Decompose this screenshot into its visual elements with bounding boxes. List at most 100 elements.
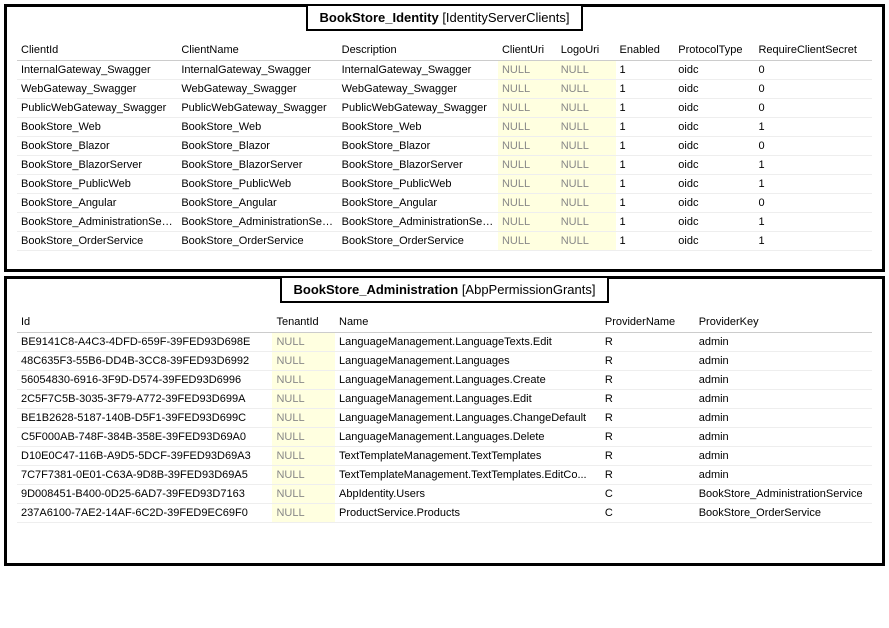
cell-logouri: NULL	[557, 99, 616, 118]
cell-clienturi: NULL	[498, 175, 557, 194]
cell-logouri: NULL	[557, 118, 616, 137]
cell-providername: R	[601, 409, 695, 428]
cell-name: LanguageManagement.Languages	[335, 352, 601, 371]
cell-enabled: 1	[616, 118, 675, 137]
table-row: InternalGateway_Swagger InternalGateway_S…	[17, 61, 872, 80]
col-clientid: ClientId	[17, 40, 177, 61]
cell-providername: R	[601, 390, 695, 409]
cell-name: TextTemplateManagement.TextTemplates	[335, 447, 601, 466]
cell-providerkey: admin	[695, 352, 872, 371]
cell-logouri: NULL	[557, 61, 616, 80]
cell-clienturi: NULL	[498, 61, 557, 80]
cell-description: BookStore_BlazorServer	[338, 156, 498, 175]
cell-requireclientsecret: 1	[754, 156, 872, 175]
table-header-row: ClientId ClientName Description ClientUr…	[17, 40, 872, 61]
table-row: BookStore_AngularBookStore_AngularBookSt…	[17, 194, 872, 213]
cell-providername: R	[601, 371, 695, 390]
cell-tenantid: NULL	[272, 352, 335, 371]
col-providerkey: ProviderKey	[695, 312, 872, 333]
cell-protocoltype: oidc	[674, 137, 754, 156]
cell-clientid: InternalGateway_Swagger	[17, 61, 177, 80]
cell-providername: C	[601, 504, 695, 523]
cell-id: 56054830-6916-3F9D-D574-39FED93D6996	[17, 371, 272, 390]
cell-name: LanguageManagement.Languages.ChangeDefau…	[335, 409, 601, 428]
col-name: Name	[335, 312, 601, 333]
cell-protocoltype: oidc	[674, 175, 754, 194]
cell-description: WebGateway_Swagger	[338, 80, 498, 99]
table-row: 48C635F3-55B6-DD4B-3CC8-39FED93D6992NULL…	[17, 352, 872, 371]
cell-name: AbpIdentity.Users	[335, 485, 601, 504]
table-header-row: Id TenantId Name ProviderName ProviderKe…	[17, 312, 872, 333]
cell-clienturi: NULL	[498, 80, 557, 99]
cell-clientid: BookStore_BlazorServer	[17, 156, 177, 175]
cell-clientid: BookStore_Web	[17, 118, 177, 137]
col-id: Id	[17, 312, 272, 333]
cell-requireclientsecret: 1	[754, 232, 872, 251]
cell-description: BookStore_Angular	[338, 194, 498, 213]
cell-logouri: NULL	[557, 137, 616, 156]
cell-description: BookStore_OrderService	[338, 232, 498, 251]
cell-enabled: 1	[616, 137, 675, 156]
cell-requireclientsecret: 0	[754, 137, 872, 156]
cell-providerkey: admin	[695, 333, 872, 352]
administration-panel-title: BookStore_Administration [AbpPermissionG…	[280, 276, 610, 303]
cell-logouri: NULL	[557, 194, 616, 213]
cell-enabled: 1	[616, 213, 675, 232]
col-tenantid: TenantId	[272, 312, 335, 333]
cell-id: C5F000AB-748F-384B-358E-39FED93D69A0	[17, 428, 272, 447]
cell-clientname: BookStore_PublicWeb	[177, 175, 337, 194]
cell-id: BE9141C8-A4C3-4DFD-659F-39FED93D698E	[17, 333, 272, 352]
table-row: 237A6100-7AE2-14AF-6C2D-39FED9EC69F0NULL…	[17, 504, 872, 523]
cell-clienturi: NULL	[498, 137, 557, 156]
col-clienturi: ClientUri	[498, 40, 557, 61]
cell-name: ProductService.Products	[335, 504, 601, 523]
administration-panel-body: Id TenantId Name ProviderName ProviderKe…	[7, 304, 882, 541]
cell-id: 7C7F7381-0E01-C63A-9D8B-39FED93D69A5	[17, 466, 272, 485]
cell-enabled: 1	[616, 80, 675, 99]
cell-providerkey: admin	[695, 409, 872, 428]
cell-clientid: BookStore_PublicWeb	[17, 175, 177, 194]
cell-clienturi: NULL	[498, 194, 557, 213]
col-providername: ProviderName	[601, 312, 695, 333]
cell-description: BookStore_Blazor	[338, 137, 498, 156]
table-row: BE1B2628-5187-140B-D5F1-39FED93D699CNULL…	[17, 409, 872, 428]
cell-logouri: NULL	[557, 175, 616, 194]
cell-requireclientsecret: 0	[754, 194, 872, 213]
cell-tenantid: NULL	[272, 333, 335, 352]
cell-protocoltype: oidc	[674, 99, 754, 118]
table-row: BookStore_AdministrationServiceBookStore…	[17, 213, 872, 232]
cell-logouri: NULL	[557, 213, 616, 232]
cell-clienturi: NULL	[498, 118, 557, 137]
col-clientname: ClientName	[177, 40, 337, 61]
cell-providername: R	[601, 466, 695, 485]
cell-requireclientsecret: 0	[754, 61, 872, 80]
cell-enabled: 1	[616, 232, 675, 251]
cell-tenantid: NULL	[272, 390, 335, 409]
table-row: C5F000AB-748F-384B-358E-39FED93D69A0NULL…	[17, 428, 872, 447]
cell-description: InternalGateway_Swagger	[338, 61, 498, 80]
cell-tenantid: NULL	[272, 409, 335, 428]
cell-providerkey: admin	[695, 466, 872, 485]
cell-requireclientsecret: 0	[754, 80, 872, 99]
cell-requireclientsecret: 1	[754, 213, 872, 232]
col-requireclientsecret: RequireClientSecret	[754, 40, 872, 61]
cell-clientname: BookStore_Blazor	[177, 137, 337, 156]
cell-providerkey: admin	[695, 447, 872, 466]
cell-name: TextTemplateManagement.TextTemplates.Edi…	[335, 466, 601, 485]
identity-panel: BookStore_Identity [IdentityServerClient…	[4, 4, 885, 272]
cell-providername: R	[601, 447, 695, 466]
col-enabled: Enabled	[616, 40, 675, 61]
identity-table: ClientId ClientName Description ClientUr…	[17, 40, 872, 251]
cell-providerkey: BookStore_AdministrationService	[695, 485, 872, 504]
table-row: 56054830-6916-3F9D-D574-39FED93D6996NULL…	[17, 371, 872, 390]
cell-id: 9D008451-B400-0D25-6AD7-39FED93D7163	[17, 485, 272, 504]
cell-description: BookStore_Web	[338, 118, 498, 137]
cell-enabled: 1	[616, 194, 675, 213]
cell-id: D10E0C47-116B-A9D5-5DCF-39FED93D69A3	[17, 447, 272, 466]
cell-clientname: PublicWebGateway_Swagger	[177, 99, 337, 118]
cell-clientid: BookStore_Angular	[17, 194, 177, 213]
cell-requireclientsecret: 1	[754, 118, 872, 137]
cell-protocoltype: oidc	[674, 80, 754, 99]
table-row: PublicWebGateway_SwaggerPublicWebGateway…	[17, 99, 872, 118]
cell-tenantid: NULL	[272, 447, 335, 466]
